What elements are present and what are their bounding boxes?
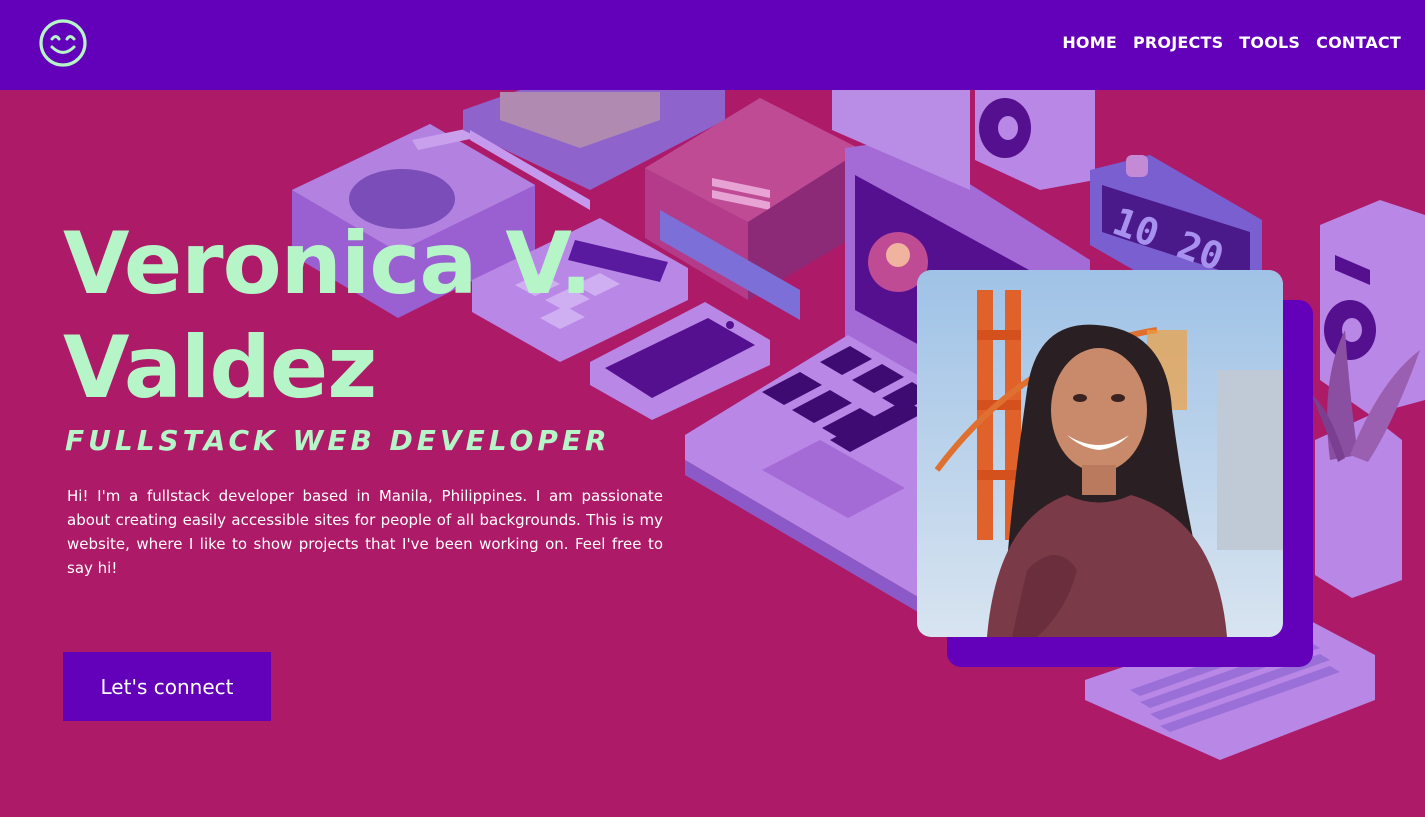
- main-nav: HOME PROJECTS TOOLS CONTACT: [1062, 33, 1401, 52]
- nav-link-contact[interactable]: CONTACT: [1316, 33, 1401, 52]
- speaker-top-illustration: [975, 90, 1095, 190]
- hero-name-line1: Veronica V.: [63, 214, 592, 314]
- smiley-logo-icon[interactable]: [38, 19, 88, 69]
- profile-photo: [917, 270, 1283, 637]
- hero-name-heading: Veronica V. Valdez: [63, 212, 703, 420]
- nav-link-tools[interactable]: TOOLS: [1239, 33, 1300, 52]
- nav-link-home[interactable]: HOME: [1062, 33, 1117, 52]
- nav-link-projects[interactable]: PROJECTS: [1133, 33, 1223, 52]
- top-navbar: HOME PROJECTS TOOLS CONTACT: [0, 0, 1425, 90]
- hero-intro-paragraph: Hi! I'm a fullstack developer based in M…: [67, 487, 663, 577]
- lets-connect-button[interactable]: Let's connect: [63, 652, 271, 721]
- hero-role-subtitle: FULLSTACK WEB DEVELOPER: [65, 424, 611, 457]
- hero-name-line2: Valdez: [63, 318, 377, 418]
